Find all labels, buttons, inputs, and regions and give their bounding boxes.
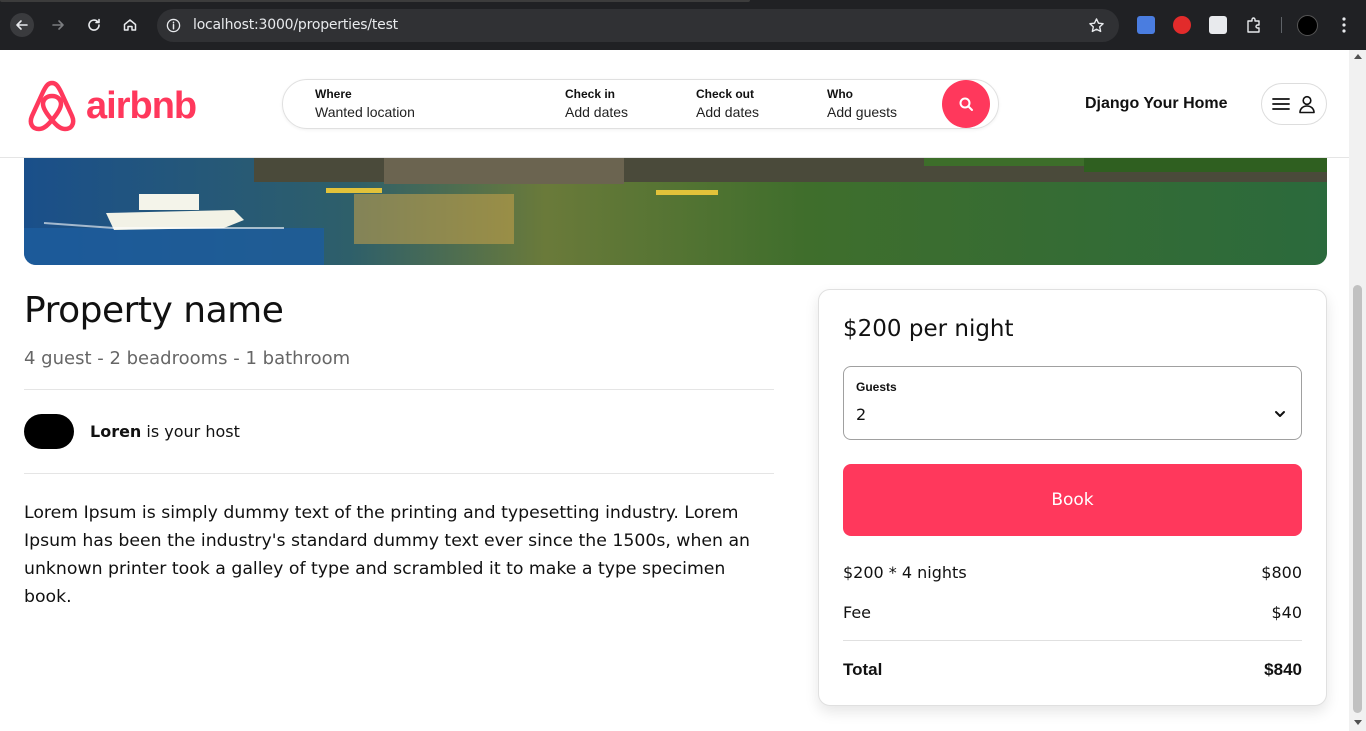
info-icon[interactable] — [166, 18, 181, 33]
where-field[interactable]: Where Wanted location — [315, 87, 415, 120]
checkin-field[interactable]: Check in Add dates — [565, 87, 628, 120]
host-avatar — [24, 414, 74, 449]
logo-wordmark: airbnb — [86, 84, 197, 127]
url-text[interactable]: localhost:3000/properties/test — [193, 17, 398, 33]
chevron-down-icon — [1275, 411, 1285, 417]
total-row: Total $840 — [843, 660, 1302, 680]
hamburger-menu-icon — [1272, 98, 1290, 110]
home-icon — [123, 19, 137, 31]
nights-cost-row: $200 * 4 nights $800 — [843, 563, 1302, 582]
fee-label: Fee — [843, 603, 872, 622]
scroll-down-arrow[interactable] — [1354, 720, 1362, 725]
host-info: Loren is your host — [90, 422, 240, 441]
host-suffix: is your host — [141, 422, 240, 441]
reload-button[interactable] — [82, 13, 106, 37]
back-button[interactable] — [10, 13, 34, 37]
booking-card: $200 per night Guests 2 Book $200 * 4 ni… — [818, 289, 1327, 706]
scroll-thumb[interactable] — [1353, 285, 1362, 713]
checkout-label: Check out — [696, 87, 755, 101]
nights-cost-amount: $800 — [1261, 563, 1302, 582]
who-field[interactable]: Who Add guests — [827, 87, 897, 120]
host-name: Loren — [90, 422, 142, 441]
forward-button[interactable] — [46, 13, 70, 37]
host-your-home-link[interactable]: Django Your Home — [1085, 95, 1228, 113]
toolbar-divider — [1281, 17, 1282, 33]
scroll-up-arrow[interactable] — [1354, 54, 1362, 59]
airbnb-logo[interactable]: airbnb — [26, 79, 197, 133]
search-bar[interactable]: Where Wanted location Check in Add dates… — [282, 79, 999, 129]
qr-code-extension-icon[interactable] — [1209, 16, 1227, 34]
nights-cost-label: $200 * 4 nights — [843, 563, 967, 582]
fee-row: Fee $40 — [843, 603, 1302, 622]
tab-strip — [0, 0, 750, 2]
kebab-menu-icon[interactable] — [1336, 14, 1352, 36]
user-menu-button[interactable] — [1261, 83, 1327, 125]
property-hero-image — [24, 158, 1327, 265]
adblock-extension-icon[interactable] — [1173, 16, 1191, 34]
arrow-right-icon — [52, 20, 64, 30]
section-divider — [24, 473, 774, 474]
price-per-night: $200 per night — [843, 316, 1014, 342]
site-header: airbnb Where Wanted location Check in Ad… — [0, 50, 1349, 158]
card-divider — [843, 640, 1302, 641]
total-amount: $840 — [1264, 660, 1302, 679]
guests-value[interactable]: 2 — [856, 405, 866, 424]
search-icon — [959, 97, 973, 111]
book-button[interactable]: Book — [843, 464, 1302, 536]
reload-icon — [88, 18, 100, 31]
checkin-label: Check in — [565, 87, 616, 101]
where-value[interactable]: Wanted location — [315, 104, 415, 120]
arrow-left-icon — [16, 20, 28, 30]
star-icon[interactable] — [1088, 17, 1105, 34]
checkout-value[interactable]: Add dates — [696, 104, 759, 120]
where-label: Where — [315, 87, 352, 101]
property-description: Lorem Ipsum is simply dummy text of the … — [24, 503, 751, 607]
section-divider — [24, 389, 774, 390]
fee-amount: $40 — [1271, 603, 1302, 622]
search-button[interactable] — [942, 80, 990, 128]
checkin-value[interactable]: Add dates — [565, 104, 628, 120]
who-value[interactable]: Add guests — [827, 104, 897, 120]
guests-select[interactable]: Guests 2 — [843, 366, 1302, 440]
total-label: Total — [843, 660, 883, 679]
browser-toolbar: localhost:3000/properties/test — [0, 0, 1366, 50]
profile-avatar[interactable] — [1297, 15, 1318, 36]
address-bar[interactable]: localhost:3000/properties/test — [157, 9, 1119, 42]
translate-extension-icon[interactable] — [1137, 16, 1155, 34]
home-button[interactable] — [118, 13, 142, 37]
airbnb-logo-icon — [28, 80, 76, 132]
who-label: Who — [827, 87, 853, 101]
checkout-field[interactable]: Check out Add dates — [696, 87, 759, 120]
hero-photo — [24, 158, 1327, 265]
property-title: Property name — [24, 290, 284, 331]
guests-label: Guests — [856, 380, 897, 394]
user-icon — [1299, 95, 1315, 114]
property-details: 4 guest - 2 beadrooms - 1 bathroom — [24, 348, 351, 369]
extensions-puzzle-icon[interactable] — [1245, 16, 1263, 34]
